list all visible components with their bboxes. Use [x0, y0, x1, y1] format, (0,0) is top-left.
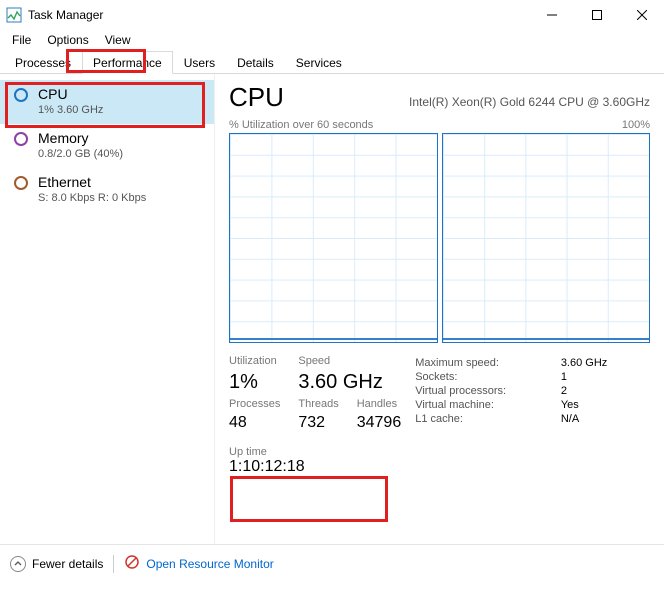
sidebar-item-cpu[interactable]: CPU 1% 3.60 GHz [0, 80, 214, 124]
sidebar-item-label: Memory [38, 130, 123, 146]
resource-monitor-icon [124, 554, 140, 573]
sockets-label: Sockets: [415, 371, 549, 383]
handles-value: 34796 [357, 414, 402, 432]
cpu-graph-1[interactable] [229, 133, 438, 343]
cpu-graph-2[interactable] [442, 133, 651, 343]
max-speed-label: Maximum speed: [415, 357, 549, 369]
tab-details[interactable]: Details [226, 51, 285, 74]
threads-value: 732 [298, 414, 338, 432]
processes-label: Processes [229, 398, 280, 410]
cpu-graphs [229, 133, 650, 343]
threads-label: Threads [298, 398, 338, 410]
sidebar-item-sub: 1% 3.60 GHz [38, 104, 103, 116]
menu-view[interactable]: View [97, 31, 139, 49]
sidebar-item-ethernet[interactable]: Ethernet S: 8.0 Kbps R: 0 Kbps [0, 168, 214, 212]
speed-value: 3.60 GHz [298, 371, 401, 394]
sockets-value: 1 [561, 371, 650, 383]
detail-processor-name: Intel(R) Xeon(R) Gold 6244 CPU @ 3.60GHz [409, 95, 650, 109]
cpu-icon [14, 88, 28, 102]
perf-sidebar: CPU 1% 3.60 GHz Memory 0.8/2.0 GB (40%) … [0, 74, 215, 544]
open-resource-monitor-label: Open Resource Monitor [146, 557, 273, 571]
menu-options[interactable]: Options [39, 31, 96, 49]
sidebar-item-sub: S: 8.0 Kbps R: 0 Kbps [38, 192, 146, 204]
max-speed-value: 3.60 GHz [561, 357, 650, 369]
tab-performance[interactable]: Performance [82, 51, 173, 74]
sidebar-item-label: CPU [38, 86, 103, 102]
vmachine-value: Yes [561, 399, 650, 411]
graph-label-right: 100% [622, 119, 650, 131]
minimize-button[interactable] [529, 0, 574, 30]
graph-label-left: % Utilization over 60 seconds [229, 119, 373, 131]
main-area: CPU 1% 3.60 GHz Memory 0.8/2.0 GB (40%) … [0, 74, 664, 544]
tab-services[interactable]: Services [285, 51, 353, 74]
fewer-details-button[interactable]: Fewer details [10, 556, 103, 572]
uptime-label: Up time [229, 446, 401, 458]
l1-value: N/A [561, 413, 650, 425]
open-resource-monitor-link[interactable]: Open Resource Monitor [124, 554, 273, 573]
sidebar-item-sub: 0.8/2.0 GB (40%) [38, 148, 123, 160]
memory-icon [14, 132, 28, 146]
ethernet-icon [14, 176, 28, 190]
sidebar-item-memory[interactable]: Memory 0.8/2.0 GB (40%) [0, 124, 214, 168]
graph-labels: % Utilization over 60 seconds 100% [229, 119, 650, 131]
close-button[interactable] [619, 0, 664, 30]
tab-processes[interactable]: Processes [4, 51, 82, 74]
stats-secondary: Maximum speed: 3.60 GHz Sockets: 1 Virtu… [415, 355, 650, 476]
detail-header: CPU Intel(R) Xeon(R) Gold 6244 CPU @ 3.6… [229, 82, 650, 113]
bottom-bar: Fewer details Open Resource Monitor [0, 544, 664, 582]
menubar: File Options View [0, 30, 664, 50]
uptime-value: 1:10:12:18 [229, 458, 401, 476]
tab-users[interactable]: Users [173, 51, 226, 74]
tab-strip: Processes Performance Users Details Serv… [0, 50, 664, 74]
chevron-up-icon [10, 556, 26, 572]
vmachine-label: Virtual machine: [415, 399, 549, 411]
menu-file[interactable]: File [4, 31, 39, 49]
handles-label: Handles [357, 398, 402, 410]
utilization-label: Utilization [229, 355, 280, 367]
utilization-value: 1% [229, 371, 280, 394]
detail-pane: CPU Intel(R) Xeon(R) Gold 6244 CPU @ 3.6… [215, 74, 664, 544]
vprocs-label: Virtual processors: [415, 385, 549, 397]
speed-label: Speed [298, 355, 338, 367]
titlebar: Task Manager [0, 0, 664, 30]
window-title: Task Manager [28, 8, 529, 22]
detail-heading: CPU [229, 82, 284, 113]
l1-label: L1 cache: [415, 413, 549, 425]
fewer-details-label: Fewer details [32, 557, 103, 571]
app-icon [6, 7, 22, 23]
divider [113, 555, 114, 573]
processes-value: 48 [229, 414, 280, 432]
sidebar-item-label: Ethernet [38, 174, 146, 190]
stats-primary: Utilization Speed 1% 3.60 GHz Processes … [229, 355, 401, 476]
stats-area: Utilization Speed 1% 3.60 GHz Processes … [229, 355, 650, 476]
maximize-button[interactable] [574, 0, 619, 30]
window-controls [529, 0, 664, 30]
vprocs-value: 2 [561, 385, 650, 397]
